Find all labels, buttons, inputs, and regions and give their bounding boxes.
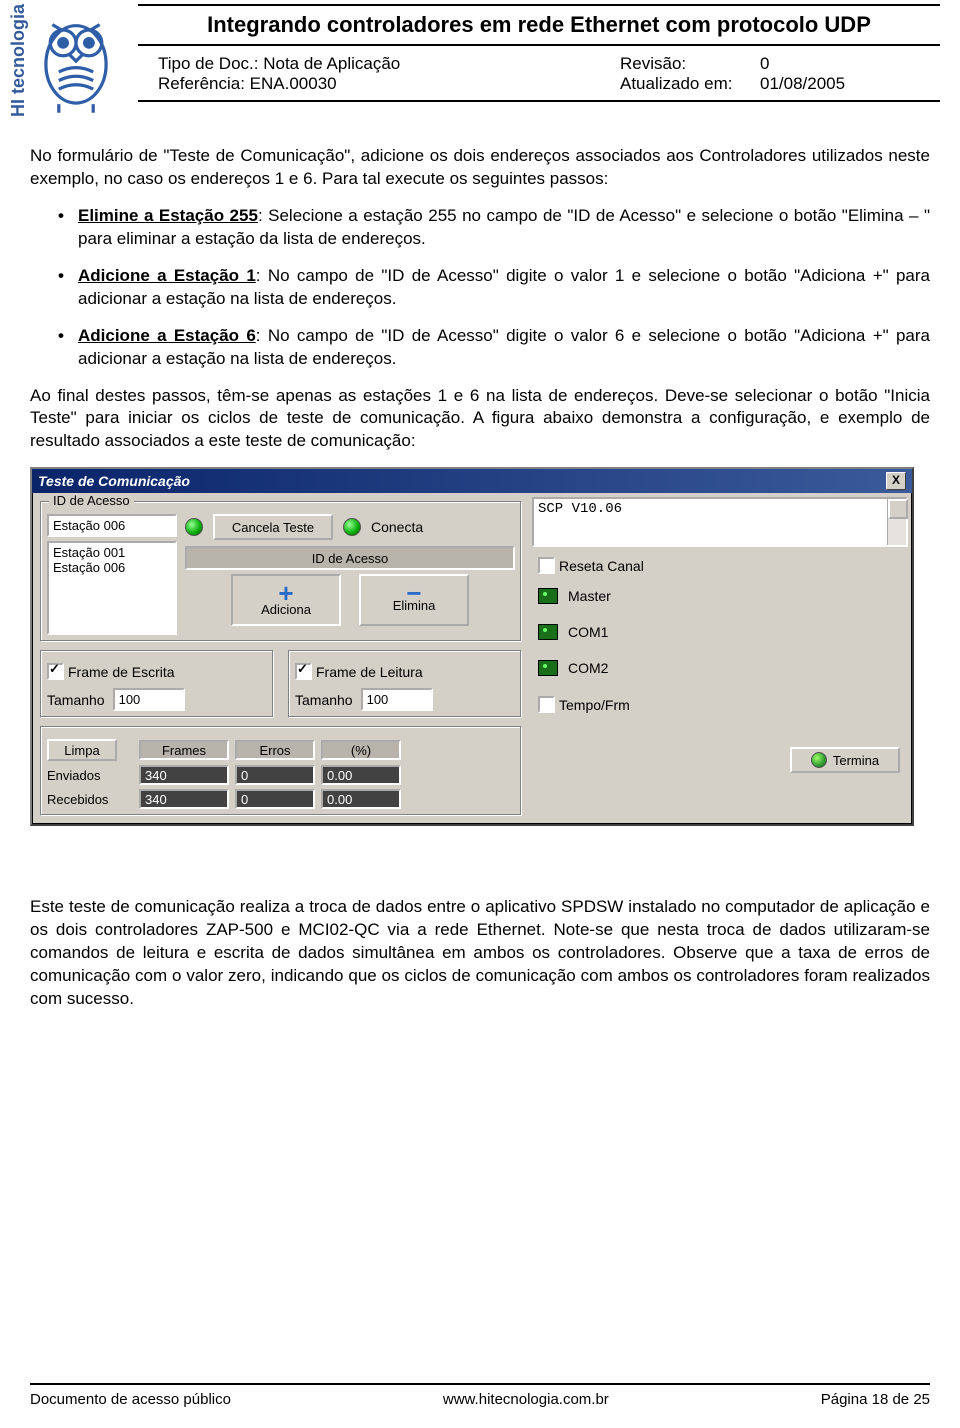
terminate-button[interactable]: Termina [790,747,900,773]
ref-label: Referência: [158,74,245,94]
remove-button[interactable]: − Elimina [359,574,469,626]
brand-block: HI tecnologia [8,4,138,127]
owl-logo-icon [33,4,119,114]
recv-pct-value: 0.00 [321,789,401,809]
col-frames: Frames [139,740,229,760]
id-access-field[interactable]: Estação 006 [47,514,177,537]
chip-icon [538,588,558,604]
recv-frames-value: 340 [139,789,229,809]
minus-icon: − [406,588,421,598]
list-item[interactable]: Estação 001 [53,545,171,560]
log-output[interactable]: SCP V10.06 [532,497,908,547]
row-recv-label: Recebidos [47,792,133,807]
stats-group: Limpa Frames Erros (%) Enviados 340 0 0.… [40,726,522,816]
status-led-icon [185,518,203,536]
check-circle-icon [811,752,827,768]
frame-read-group: Frame de Leitura Tamanho100 [288,650,522,718]
master-label: Master [568,588,611,604]
clear-button[interactable]: Limpa [47,739,117,761]
id-access-header: ID de Acesso [185,546,515,570]
plus-icon: + [278,584,293,602]
document-title: Integrando controladores em rede Etherne… [138,4,940,46]
com2-label: COM2 [568,660,608,676]
frame-write-checkbox[interactable] [47,663,64,680]
size-label: Tamanho [47,692,105,708]
ref-value: ENA.00030 [250,74,337,93]
rev-value: 0 [760,54,769,73]
tempo-checkbox[interactable] [538,696,555,713]
bullet-1: Elimine a Estação 255: Selecione a estaç… [30,205,930,251]
upd-value: 01/08/2005 [760,74,845,93]
brand-vertical-text: HI tecnologia [8,4,29,127]
row-sent-label: Enviados [47,768,133,783]
size-write-input[interactable]: 100 [113,688,185,711]
sent-pct-value: 0.00 [321,765,401,785]
rev-label: Revisão: [620,54,760,74]
paragraph-conclusion: Este teste de comunicação realiza a troc… [0,896,960,1011]
scrollbar[interactable] [887,499,906,545]
document-header: HI tecnologia Integrando controladores e… [0,0,960,127]
log-line: SCP V10.06 [538,501,622,517]
add-button[interactable]: + Adiciona [231,574,341,626]
paragraph-intro: No formulário de "Teste de Comunicação",… [30,145,930,191]
close-icon[interactable]: X [886,472,906,490]
upd-label: Atualizado em: [620,74,760,94]
document-meta: Tipo de Doc.: Nota de Aplicação Referênc… [138,50,940,102]
reset-canal-checkbox[interactable] [538,557,555,574]
dialog-title: Teste de Comunicação [38,473,886,489]
col-pct: (%) [321,740,401,760]
body-text: No formulário de "Teste de Comunicação",… [0,127,960,453]
size-label: Tamanho [295,692,353,708]
paragraph-result: Ao final destes passos, têm-se apenas as… [30,385,930,454]
footer-right: Página 18 de 25 [821,1391,930,1408]
recv-errors-value: 0 [235,789,315,809]
sent-frames-value: 340 [139,765,229,785]
id-access-legend: ID de Acesso [49,493,134,508]
status-led-icon [343,518,361,536]
col-errors: Erros [235,740,315,760]
list-item[interactable]: Estação 006 [53,560,171,575]
connect-label: Conecta [371,519,423,535]
station-listbox[interactable]: Estação 001 Estação 006 [47,541,177,635]
dialog-titlebar[interactable]: Teste de Comunicação X [32,469,912,493]
doc-type-label: Tipo de Doc.: [158,54,258,74]
size-read-input[interactable]: 100 [361,688,433,711]
footer-center: www.hitecnologia.com.br [231,1391,821,1408]
bullet-2: Adicione a Estação 1: No campo de "ID de… [30,265,930,311]
frame-read-checkbox[interactable] [295,663,312,680]
com1-label: COM1 [568,624,608,640]
frame-write-group: Frame de Escrita Tamanho100 [40,650,274,718]
cancel-test-button[interactable]: Cancela Teste [213,514,333,540]
doc-type-value: Nota de Aplicação [263,54,400,73]
chip-icon [538,624,558,640]
footer-left: Documento de acesso público [30,1391,231,1408]
bullet-3: Adicione a Estação 6: No campo de "ID de… [30,325,930,371]
sent-errors-value: 0 [235,765,315,785]
page-footer: Documento de acesso público www.hitecnol… [0,1383,960,1408]
comm-test-dialog: Teste de Comunicação X ID de Acesso Esta… [30,467,914,826]
scroll-up-icon[interactable] [888,499,908,519]
id-access-group: ID de Acesso Estação 006 Estação 001 Est… [40,501,522,642]
chip-icon [538,660,558,676]
